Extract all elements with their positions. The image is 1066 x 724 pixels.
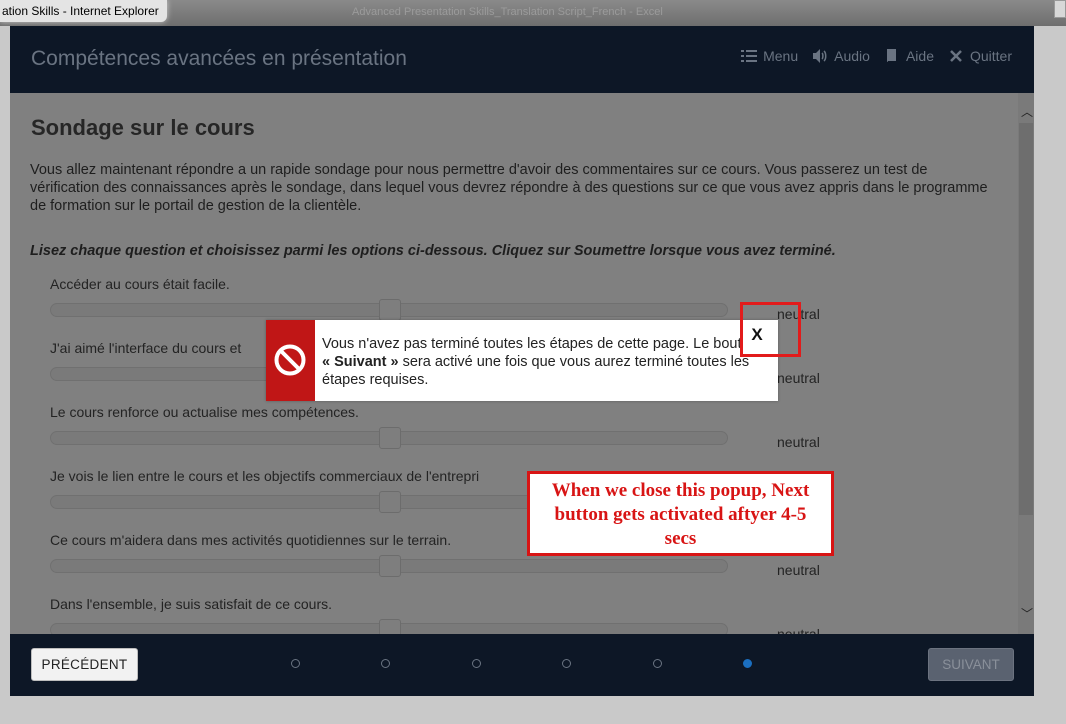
modal-message-next-label: « Suivant » (322, 354, 399, 370)
question-label: Je vois le lien entre le cours et les ob… (50, 468, 480, 484)
course-header: Compétences avancées en présentation Men… (10, 26, 1034, 93)
help-book-icon (886, 49, 896, 63)
page-dot[interactable] (381, 659, 390, 668)
quit-button[interactable]: Quitter (948, 48, 1012, 64)
window-control-button[interactable] (1054, 0, 1066, 18)
window-title-bar: ation Skills - Internet Explorer Advance… (0, 0, 1066, 26)
page-dot[interactable] (291, 659, 300, 668)
page-dot-active[interactable] (743, 659, 752, 668)
modal-message: Vous n'avez pas terminé toutes les étape… (322, 335, 762, 389)
help-button[interactable]: Aide (884, 48, 934, 64)
no-entry-icon (274, 344, 306, 376)
previous-button[interactable]: PRÉCÉDENT (31, 648, 138, 681)
modal-icon-box (266, 320, 315, 401)
annotation-callout: When we close this popup, Next button ge… (527, 471, 834, 556)
help-label: Aide (905, 48, 934, 64)
browser-window-title: ation Skills - Internet Explorer (0, 0, 167, 22)
incomplete-steps-modal: Vous n'avez pas terminé toutes les étape… (266, 320, 778, 401)
course-title: Compétences avancées en présentation (31, 47, 407, 70)
slider-handle[interactable] (379, 427, 401, 449)
course-footer: PRÉCÉDENT SUIVANT (10, 634, 1034, 696)
page-dot[interactable] (472, 659, 481, 668)
question-label: Accéder au cours était facile. (50, 276, 230, 292)
question-label: Dans l'ensemble, je suis satisfait de ce… (50, 596, 333, 612)
audio-button[interactable]: Audio (812, 48, 870, 64)
survey-question: Dans l'ensemble, je suis satisfait de ce… (50, 596, 820, 634)
close-icon (950, 50, 962, 62)
close-button-highlight (740, 302, 801, 357)
scroll-up-icon[interactable]: ︿ (1021, 103, 1033, 120)
survey-question: Le cours renforce ou actualise mes compé… (50, 404, 820, 468)
rating-value: neutral (777, 370, 820, 386)
menu-button[interactable]: Menu (741, 48, 798, 64)
header-nav: Menu Audio Aide Quitter (741, 48, 1012, 64)
next-button[interactable]: SUIVANT (928, 648, 1014, 681)
menu-label: Menu (763, 48, 799, 64)
scroll-down-icon[interactable]: ﹀ (1021, 605, 1033, 622)
rating-value: neutral (777, 434, 820, 450)
question-label: J'ai aimé l'interface du cours et (50, 340, 242, 356)
slider-handle[interactable] (379, 555, 401, 577)
instruction-text: Lisez chaque question et choisissez parm… (30, 243, 836, 259)
slider-handle[interactable] (379, 491, 401, 513)
speaker-icon (813, 49, 827, 63)
rating-value: neutral (777, 626, 820, 634)
page-progress-dots (10, 634, 1034, 696)
rating-value: neutral (777, 562, 820, 578)
slider-handle[interactable] (379, 619, 401, 634)
slider-handle[interactable] (379, 299, 401, 321)
intro-text: Vous allez maintenant répondre a un rapi… (30, 162, 988, 214)
question-label: Le cours renforce ou actualise mes compé… (50, 404, 359, 420)
page-dot[interactable] (653, 659, 662, 668)
modal-message-start: Vous n'avez pas terminé toutes les étape… (322, 336, 758, 352)
quit-label: Quitter (969, 48, 1012, 64)
page-title: Sondage sur le cours (31, 115, 255, 140)
menu-icon (741, 50, 758, 62)
page-dot[interactable] (562, 659, 571, 668)
background-window-title: Advanced Presentation Skills_Translation… (352, 6, 663, 18)
scrollbar-thumb[interactable] (1019, 123, 1033, 515)
annotation-text: When we close this popup, Next button ge… (551, 480, 810, 549)
question-label: Ce cours m'aidera dans mes activités quo… (50, 532, 452, 548)
audio-label: Audio (834, 48, 870, 64)
content-scrollbar[interactable]: ︿ ﹀ (1018, 93, 1034, 634)
